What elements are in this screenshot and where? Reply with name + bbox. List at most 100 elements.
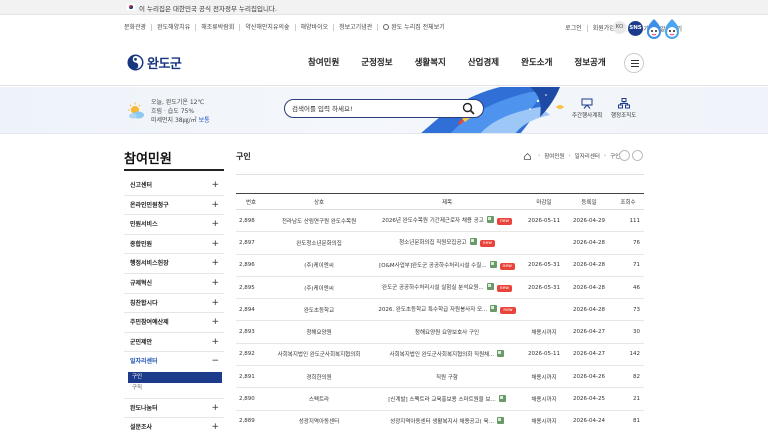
gov-banner: 이 누리집은 대한민국 공식 전자정부 누리집입니다.: [0, 0, 768, 15]
sidebar-item-civil-service[interactable]: 민원서비스 +: [124, 215, 224, 235]
sidebar-item-regulation[interactable]: 규제혁신 +: [124, 274, 224, 294]
util-link-culture[interactable]: 문화관광: [124, 24, 153, 31]
column-header: 번호: [236, 193, 266, 210]
sidebar-item-proposal[interactable]: 군민제안 +: [124, 333, 224, 353]
sidebar-item-budget[interactable]: 주민참여예산제 +: [124, 313, 224, 333]
cell-date: 2026-04-28: [573, 306, 605, 313]
table-row[interactable]: 2,895 (주)케이엔씨 완도군 공공하수처리시설 실험실 분석요원... new 2…: [236, 276, 644, 299]
cell-title[interactable]: 청소년문화의집 직원모집공고 new: [372, 232, 522, 254]
weather-dust: 미세먼지 38㎍/㎥ 보통: [151, 117, 210, 124]
cell-number: 2,891: [239, 373, 255, 380]
util-link-memorial[interactable]: 청보고기념관: [334, 24, 379, 31]
search-icon[interactable]: [462, 102, 475, 115]
sidebar-item-survey[interactable]: 설문조사 +: [124, 418, 224, 432]
page-tools: [617, 150, 643, 161]
breadcrumb-separator: ›: [568, 153, 571, 159]
search-box: [284, 99, 484, 118]
submenu-item-job-seeking[interactable]: 구직: [128, 383, 222, 394]
util-link-healing[interactable]: 완도해양치유: [152, 24, 197, 31]
cell-number: 2,894: [239, 306, 255, 313]
cell-title[interactable]: 사회복지법인 완도군사회복지협의회 직원채...: [372, 343, 522, 365]
print-icon[interactable]: [632, 150, 643, 161]
posting-title-link[interactable]: [신계발] 스펙트라 교육홍보용 스마트원을 보...: [388, 397, 496, 403]
quick-org-chart[interactable]: 행정조직도: [611, 98, 636, 119]
cell-date: 2026-04-28: [573, 262, 605, 269]
page-title: 구인: [236, 152, 251, 161]
nav-disclosure[interactable]: 정보공개: [574, 56, 605, 68]
sidebar-item-charter[interactable]: 행정서비스헌장 +: [124, 254, 224, 274]
cell-hits: 21: [633, 396, 640, 403]
cell-title[interactable]: 2026년 완도수목원 기간제근로자 채용 공고 new: [372, 210, 522, 232]
sidebar-item-online-request[interactable]: 온라인민원청구 +: [124, 196, 224, 216]
nav-economy[interactable]: 산업경제: [468, 56, 499, 68]
util-link-sitemap[interactable]: 완도 누리집 전체보기: [378, 24, 450, 31]
util-link-expo[interactable]: 해조류박람회: [196, 24, 241, 31]
table-row[interactable]: 2,893 청해요양원 청해요양원 요양보호사 구인 채용시까지 2026-04-27 3…: [236, 321, 644, 344]
sidebar-menu: 신고센터 + 온라인민원청구 + 민원서비스 + 종합민원 + 행정서비스헌장 + 규제혁…: [124, 176, 224, 432]
cell-hits: 73: [633, 306, 640, 313]
nav-participation[interactable]: 참여민원: [308, 56, 339, 68]
attachment-icon: [490, 305, 498, 313]
submenu-item-hiring[interactable]: 구인: [128, 371, 222, 383]
sidebar-item-job-center[interactable]: 일자리센터 −: [124, 352, 224, 372]
posting-title-link[interactable]: 직원 구함: [436, 375, 458, 381]
nav-about[interactable]: 완도소개: [521, 56, 552, 68]
new-badge: new: [496, 218, 513, 226]
posting-title-link[interactable]: 청해요양원 요양보호사 구인: [415, 330, 479, 336]
table-row[interactable]: 2,898 전라남도 산림연구원 완도수목원 2026년 완도수목원 기간제근로자 …: [236, 210, 644, 232]
plus-icon: +: [211, 219, 219, 230]
sidebar-item-praise[interactable]: 칭찬합시다 +: [124, 294, 224, 314]
sidebar-item-general-civil[interactable]: 종합민원 +: [124, 235, 224, 255]
share-icon[interactable]: [619, 150, 630, 161]
plus-icon: +: [211, 277, 219, 288]
quick-weekly-events[interactable]: 주간행사계획: [572, 98, 602, 119]
site-logo[interactable]: 완도군: [127, 53, 182, 72]
table-row[interactable]: 2,896 (주)케이엔씨 [O&M사업부]완도군 공공하수처리시설 수질... ne…: [236, 254, 644, 277]
breadcrumb-item[interactable]: 참여민원: [544, 152, 564, 160]
attachment-icon: [496, 417, 504, 425]
breadcrumb-item[interactable]: 일자리센터: [575, 152, 600, 160]
cell-date: 2026-04-27: [573, 351, 605, 358]
presentation-icon: [581, 98, 593, 109]
posting-title-link[interactable]: 청소년문화의집 직원모집공고: [399, 240, 467, 246]
posting-title-link[interactable]: 성광지역아동센터 생활복지사 채용공고( 육...: [390, 419, 494, 425]
posting-title-link[interactable]: 2026. 완도초등학교 특수학급 자원봉사자 모...: [378, 307, 487, 313]
table-row[interactable]: 2,889 성광지역아동센터 성광지역아동센터 생활복지사 채용공고( 육... 채용…: [236, 410, 644, 432]
posting-title-link[interactable]: 2026년 완도수목원 기간제근로자 채용 공고: [382, 218, 484, 224]
posting-title-link[interactable]: [O&M사업부]완도군 공공하수처리시설 수질...: [379, 263, 486, 269]
cell-title[interactable]: [O&M사업부]완도군 공공하수처리시설 수질... new: [372, 254, 522, 276]
cell-title[interactable]: 성광지역아동센터 생활복지사 채용공고( 육...: [372, 410, 522, 432]
sidebar-item-report[interactable]: 신고센터 +: [124, 176, 224, 196]
table-row[interactable]: 2,891 경희한의원 직원 구함 채용시까지 2026-04-26 82: [236, 366, 644, 388]
util-link-bio[interactable]: 해양바이오: [296, 24, 335, 31]
table-row[interactable]: 2,897 완도청소년문화의집 청소년문화의집 직원모집공고 new 2026-04-2…: [236, 232, 644, 255]
content-divider: [236, 174, 644, 175]
play-icon: [383, 24, 390, 30]
cell-title[interactable]: 완도군 공공하수처리시설 실험실 분석요원... new: [372, 276, 522, 298]
gov-banner-text[interactable]: 이 누리집은 대한민국 공식 전자정부 누리집입니다.: [139, 3, 277, 13]
home-icon[interactable]: [524, 152, 531, 160]
cell-number: 2,889: [239, 418, 255, 425]
nav-welfare[interactable]: 생활복지: [415, 56, 446, 68]
table-row[interactable]: 2,890 스펙트라 [신계발] 스펙트라 교육홍보용 스마트원을 보... 채용시까…: [236, 388, 644, 411]
all-menu-button[interactable]: [624, 53, 644, 73]
cell-title[interactable]: 직원 구함: [372, 366, 522, 388]
org-chart-icon: [617, 98, 630, 109]
table-row[interactable]: 2,892 사회복지법인 완도군사회복지협의회 사회복지법인 완도군사회복지협의회 …: [236, 343, 644, 366]
nav-county-info[interactable]: 군정정보: [361, 56, 392, 68]
language-button[interactable]: KO: [613, 21, 626, 34]
sidebar-item-sharing[interactable]: 완도나눔터 +: [124, 397, 224, 418]
sns-button[interactable]: SNS: [628, 21, 643, 36]
posting-title-link[interactable]: 사회복지법인 완도군사회복지협의회 직원채...: [390, 352, 495, 358]
login-link[interactable]: 로그인: [560, 25, 588, 32]
posting-title-link[interactable]: 완도군 공공하수처리시설 실험실 분석요원...: [382, 285, 484, 291]
cell-title[interactable]: 2026. 완도초등학교 특수학급 자원봉사자 모... new: [372, 299, 522, 321]
table-row[interactable]: 2,894 완도초등학교 2026. 완도초등학교 특수학급 자원봉사자 모... n…: [236, 299, 644, 321]
cell-title[interactable]: [신계발] 스펙트라 교육홍보용 스마트원을 보...: [372, 388, 522, 410]
util-link-forest[interactable]: 약산해안치유의숲: [240, 24, 296, 31]
hero-band: 오늘, 완도기온 12℃ 흐림 · 습도 75% 미세먼지 38㎍/㎥ 보통 주…: [0, 87, 768, 134]
plus-icon: +: [211, 317, 219, 328]
hamburger-line: [631, 60, 639, 61]
search-input[interactable]: [292, 103, 452, 115]
cell-title[interactable]: 청해요양원 요양보호사 구인: [372, 321, 522, 343]
